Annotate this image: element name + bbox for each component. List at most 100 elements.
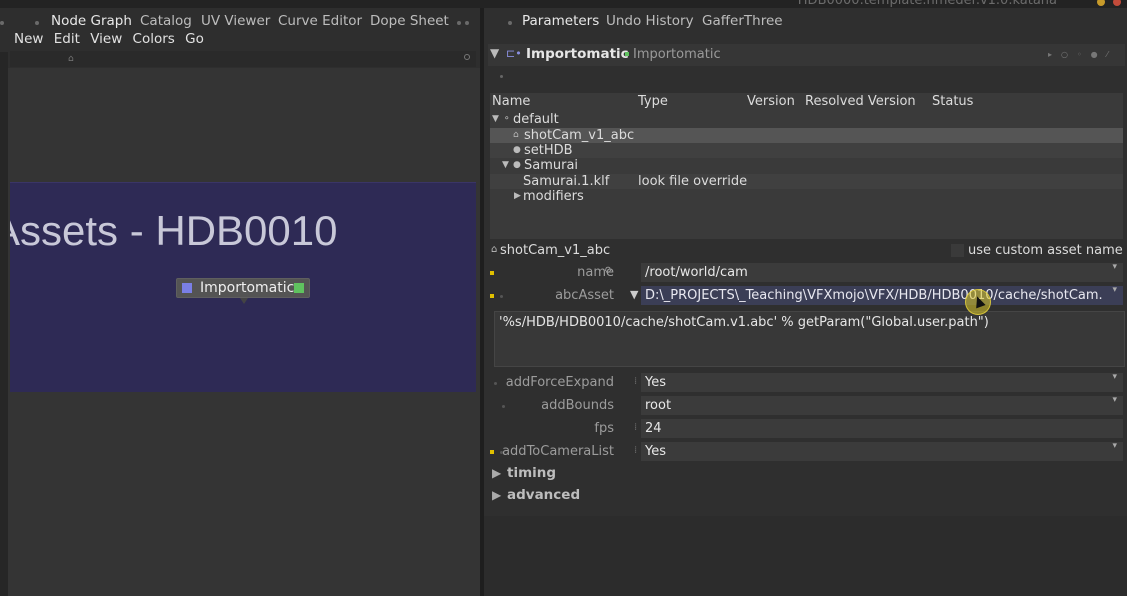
- param-state-marker: [490, 450, 494, 454]
- param-label: fps: [594, 421, 614, 436]
- tree-item-name: shotCam_v1_abc: [524, 128, 635, 143]
- tree-item-name: modifiers: [523, 189, 584, 204]
- expand-triangle-icon[interactable]: ▼: [502, 158, 509, 173]
- param-dot-icon: [494, 382, 497, 385]
- lock-icon[interactable]: ⁞: [634, 422, 637, 433]
- dropdown-arrow-icon[interactable]: ▾: [1112, 262, 1117, 272]
- expand-triangle-icon[interactable]: ▼: [492, 112, 499, 127]
- param-addforceexpand-row: addForceExpand ⁞ Yes ▾: [488, 372, 1125, 393]
- node-state-icon: [625, 52, 629, 56]
- abc-asset-path-field[interactable]: D:\_PROJECTS\_Teaching\VFXmojo\VFX/HDB/H…: [641, 286, 1123, 305]
- param-name-row: name ⚙ /root/world/cam ▾: [488, 262, 1125, 283]
- tree-row[interactable]: ⌂ shotCam_v1_abc: [490, 128, 1123, 143]
- panel-options-icon[interactable]: [465, 21, 469, 25]
- fps-field[interactable]: 24: [641, 419, 1123, 438]
- add-to-camera-list-select[interactable]: Yes: [641, 442, 1123, 461]
- panel-edge: [0, 52, 8, 596]
- tree-item-name: Samurai: [524, 158, 579, 173]
- dropdown-arrow-icon[interactable]: ▾: [1112, 395, 1117, 405]
- importomatic-node[interactable]: Importomatic: [176, 278, 310, 304]
- column-status[interactable]: Status: [932, 94, 973, 109]
- name-field[interactable]: /root/world/cam: [641, 263, 1123, 282]
- tab-parameters[interactable]: Parameters: [522, 12, 599, 30]
- window-title: HDB0000.template.nmeder.v1.0.katana: [797, 0, 1057, 8]
- parameters-panel: Parameters Undo History GafferThree ▼ ⊏•…: [484, 8, 1127, 596]
- tree-row[interactable]: ▶ modifiers: [490, 189, 1123, 204]
- navigation-icon[interactable]: ⌂: [68, 54, 74, 64]
- collapse-triangle-icon[interactable]: ▼: [490, 46, 499, 60]
- column-name[interactable]: Name: [492, 94, 530, 109]
- tree-item-name: default: [513, 112, 559, 127]
- lock-icon[interactable]: ⁞: [634, 376, 637, 387]
- group-label: advanced: [507, 487, 581, 503]
- column-resolved-version[interactable]: Resolved Version: [805, 94, 916, 109]
- expand-triangle-icon[interactable]: ▶: [514, 189, 521, 204]
- tree-item-name: setHDB: [524, 143, 573, 158]
- dropdown-arrow-icon[interactable]: ▾: [1112, 441, 1117, 451]
- param-abcasset-row: abcAsset ▼ D:\_PROJECTS\_Teaching\VFXmoj…: [488, 285, 1125, 306]
- expand-triangle-icon[interactable]: ▶: [492, 466, 501, 480]
- tab-handle-icon[interactable]: [508, 21, 512, 25]
- menu-colors[interactable]: Colors: [133, 31, 175, 47]
- param-label: addToCameraList: [502, 444, 614, 459]
- panel-options-icon[interactable]: [457, 21, 461, 25]
- small-dot-icon: [500, 75, 503, 78]
- expression-toggle-icon[interactable]: ▼: [630, 288, 638, 301]
- asset-section-title: shotCam_v1_abc: [500, 243, 611, 258]
- column-type[interactable]: Type: [638, 94, 668, 109]
- panel-handle-icon[interactable]: [0, 21, 4, 25]
- add-force-expand-select[interactable]: Yes: [641, 373, 1123, 392]
- menu-edit[interactable]: Edit: [54, 31, 80, 47]
- item-icon: ●: [513, 160, 521, 170]
- tab-uv-viewer[interactable]: UV Viewer: [201, 12, 270, 34]
- minimize-icon[interactable]: [1097, 0, 1105, 6]
- window-titlebar: HDB0000.template.nmeder.v1.0.katana: [0, 0, 1127, 8]
- tab-gafferthree[interactable]: GafferThree: [702, 12, 783, 30]
- hint-icon[interactable]: ⚙: [604, 266, 612, 276]
- custom-asset-name-label: use custom asset name: [968, 243, 1123, 258]
- dropdown-arrow-icon[interactable]: ▾: [1112, 285, 1117, 295]
- node-input-port[interactable]: [182, 283, 192, 293]
- menu-new[interactable]: New: [14, 31, 43, 47]
- camera-icon: ⌂: [491, 244, 498, 255]
- column-version[interactable]: Version: [747, 94, 795, 109]
- expression-editor[interactable]: '%s/HDB/HDB0010/cache/shotCam.v1.abc' % …: [494, 311, 1125, 367]
- search-icon[interactable]: [464, 54, 470, 60]
- header-options-icon[interactable]: ▸○◦●⁄: [1048, 50, 1117, 59]
- lock-icon[interactable]: ⁞: [634, 445, 637, 456]
- item-icon: ⚬: [503, 114, 511, 124]
- param-state-marker: [490, 271, 494, 275]
- tab-handle-icon[interactable]: [35, 21, 39, 25]
- tab-dope-sheet[interactable]: Dope Sheet: [370, 12, 449, 34]
- group-label: timing: [507, 465, 557, 481]
- asset-tree: Name Type Version Resolved Version Statu…: [490, 93, 1123, 239]
- dropdown-arrow-icon[interactable]: ▾: [1112, 372, 1117, 382]
- camera-icon: ⌂: [513, 130, 519, 140]
- param-label: abcAsset: [555, 288, 614, 303]
- parameters-empty-area: [484, 516, 1127, 596]
- group-advanced[interactable]: ▶ advanced: [490, 486, 1125, 506]
- add-bounds-select[interactable]: root: [641, 396, 1123, 415]
- expand-triangle-icon[interactable]: ▶: [492, 488, 501, 502]
- tree-row[interactable]: Samurai.1.klf look file override: [490, 174, 1123, 189]
- node-graph-menu: New Edit View Colors Go: [14, 31, 210, 49]
- close-icon[interactable]: [1113, 0, 1121, 6]
- node-parameter-header: ▼ ⊏• Importomatic Importomatic ▸○◦●⁄: [488, 44, 1125, 66]
- tab-curve-editor[interactable]: Curve Editor: [278, 12, 362, 34]
- tree-row[interactable]: ▼ ⚬ default: [490, 112, 1123, 127]
- tree-row[interactable]: ▼ ● Samurai: [490, 158, 1123, 173]
- node-output-port[interactable]: [294, 283, 304, 293]
- backdrop-title: Assets - HDB0010: [10, 207, 338, 254]
- param-label: addForceExpand: [505, 375, 614, 390]
- cursor-arrow-icon: [972, 294, 986, 309]
- menu-view[interactable]: View: [90, 31, 122, 47]
- parameter-substrip: [490, 68, 1125, 88]
- param-label: addBounds: [541, 398, 614, 413]
- custom-asset-name-checkbox[interactable]: [951, 244, 964, 257]
- tree-row[interactable]: ● setHDB: [490, 143, 1123, 158]
- node-name[interactable]: Importomatic: [526, 46, 629, 62]
- group-timing[interactable]: ▶ timing: [490, 464, 1125, 484]
- tab-undo-history[interactable]: Undo History: [606, 12, 694, 30]
- param-state-marker: [490, 294, 494, 298]
- menu-go[interactable]: Go: [185, 31, 204, 47]
